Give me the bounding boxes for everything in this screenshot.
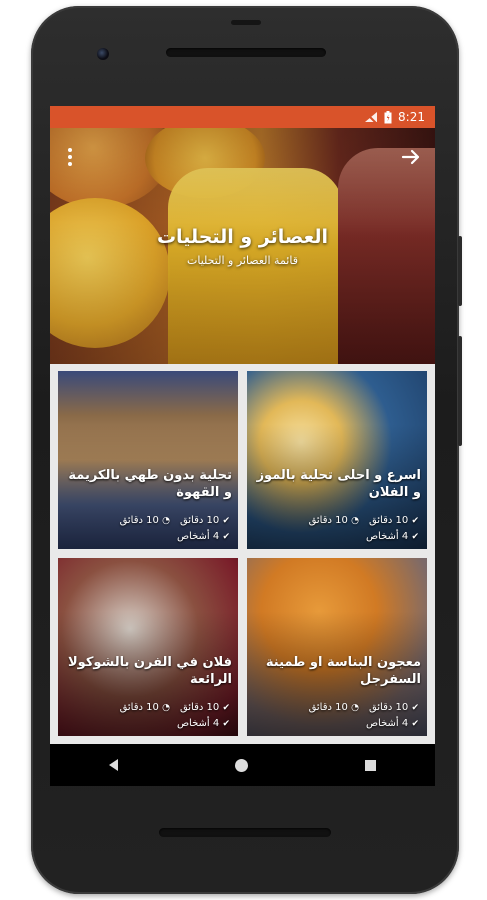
recipe-times: ✔ 10 دقائق ◔ 10 دقائق <box>119 702 230 713</box>
status-bar: 8:21 <box>50 106 435 128</box>
recipe-times: ✔ 10 دقائق ◔ 10 دقائق <box>119 515 230 526</box>
check-icon: ✔ <box>222 516 230 526</box>
app-screen: 8:21 العصائر و التحليات قائمة العصائر و … <box>50 106 435 786</box>
recipe-card[interactable]: تحلية بدون طهي بالكريمة و القهوة ✔ 10 دق… <box>58 371 238 549</box>
clock-icon: ◔ <box>162 516 170 526</box>
volume-button <box>458 336 462 446</box>
recipe-times: ✔ 10 دقائق ◔ 10 دقائق <box>308 702 419 713</box>
clock-icon: ◔ <box>162 703 170 713</box>
check-icon: ✔ <box>222 719 230 729</box>
check-icon: ✔ <box>411 719 419 729</box>
home-circle-icon[interactable] <box>234 758 248 772</box>
no-sim-icon <box>365 112 378 123</box>
earpiece-speaker <box>166 48 326 57</box>
recipe-title: تحلية بدون طهي بالكريمة و القهوة <box>68 468 232 500</box>
clock-icon: ◔ <box>351 703 359 713</box>
recipe-servings: ✔ 4 أشخاص <box>365 718 419 729</box>
recipe-title: فلان في الفرن بالشوكولا الرائعة <box>67 655 232 687</box>
recipe-card[interactable]: معجون البناسة او طمينة السفرجل ✔ 10 دقائ… <box>247 558 427 736</box>
recipe-grid: اسرع و احلى تحلية بالموز و الفلان ✔ 10 د… <box>50 364 435 744</box>
recipe-servings: ✔ 4 أشخاص <box>365 531 419 542</box>
recipe-card[interactable]: فلان في الفرن بالشوكولا الرائعة ✔ 10 دقا… <box>58 558 238 736</box>
more-vert-icon[interactable] <box>62 146 78 168</box>
check-icon: ✔ <box>222 703 230 713</box>
power-button <box>458 236 462 306</box>
arrow-forward-icon[interactable] <box>399 146 423 168</box>
check-icon: ✔ <box>411 532 419 542</box>
check-icon: ✔ <box>411 516 419 526</box>
back-triangle-icon[interactable] <box>108 759 118 771</box>
recipe-times: ✔ 10 دقائق ◔ 10 دقائق <box>308 515 419 526</box>
front-camera <box>97 48 109 60</box>
status-time: 8:21 <box>398 110 425 124</box>
recipe-card[interactable]: اسرع و احلى تحلية بالموز و الفلان ✔ 10 د… <box>247 371 427 549</box>
battery-icon <box>384 110 392 123</box>
system-nav-bar <box>50 744 435 786</box>
check-icon: ✔ <box>222 532 230 542</box>
top-bezel-slot <box>231 20 261 25</box>
recipe-title: معجون البناسة او طمينة السفرجل <box>265 655 421 687</box>
recent-square-icon[interactable] <box>365 759 377 771</box>
clock-icon: ◔ <box>351 516 359 526</box>
recipe-title: اسرع و احلى تحلية بالموز و الفلان <box>256 468 421 500</box>
bottom-speaker <box>159 828 331 837</box>
check-icon: ✔ <box>411 703 419 713</box>
header-banner: العصائر و التحليات قائمة العصائر و التحل… <box>50 128 435 364</box>
recipe-servings: ✔ 4 أشخاص <box>176 718 230 729</box>
page-title: العصائر و التحليات <box>156 226 329 248</box>
page-subtitle: قائمة العصائر و التحليات <box>187 254 298 267</box>
recipe-servings: ✔ 4 أشخاص <box>176 531 230 542</box>
